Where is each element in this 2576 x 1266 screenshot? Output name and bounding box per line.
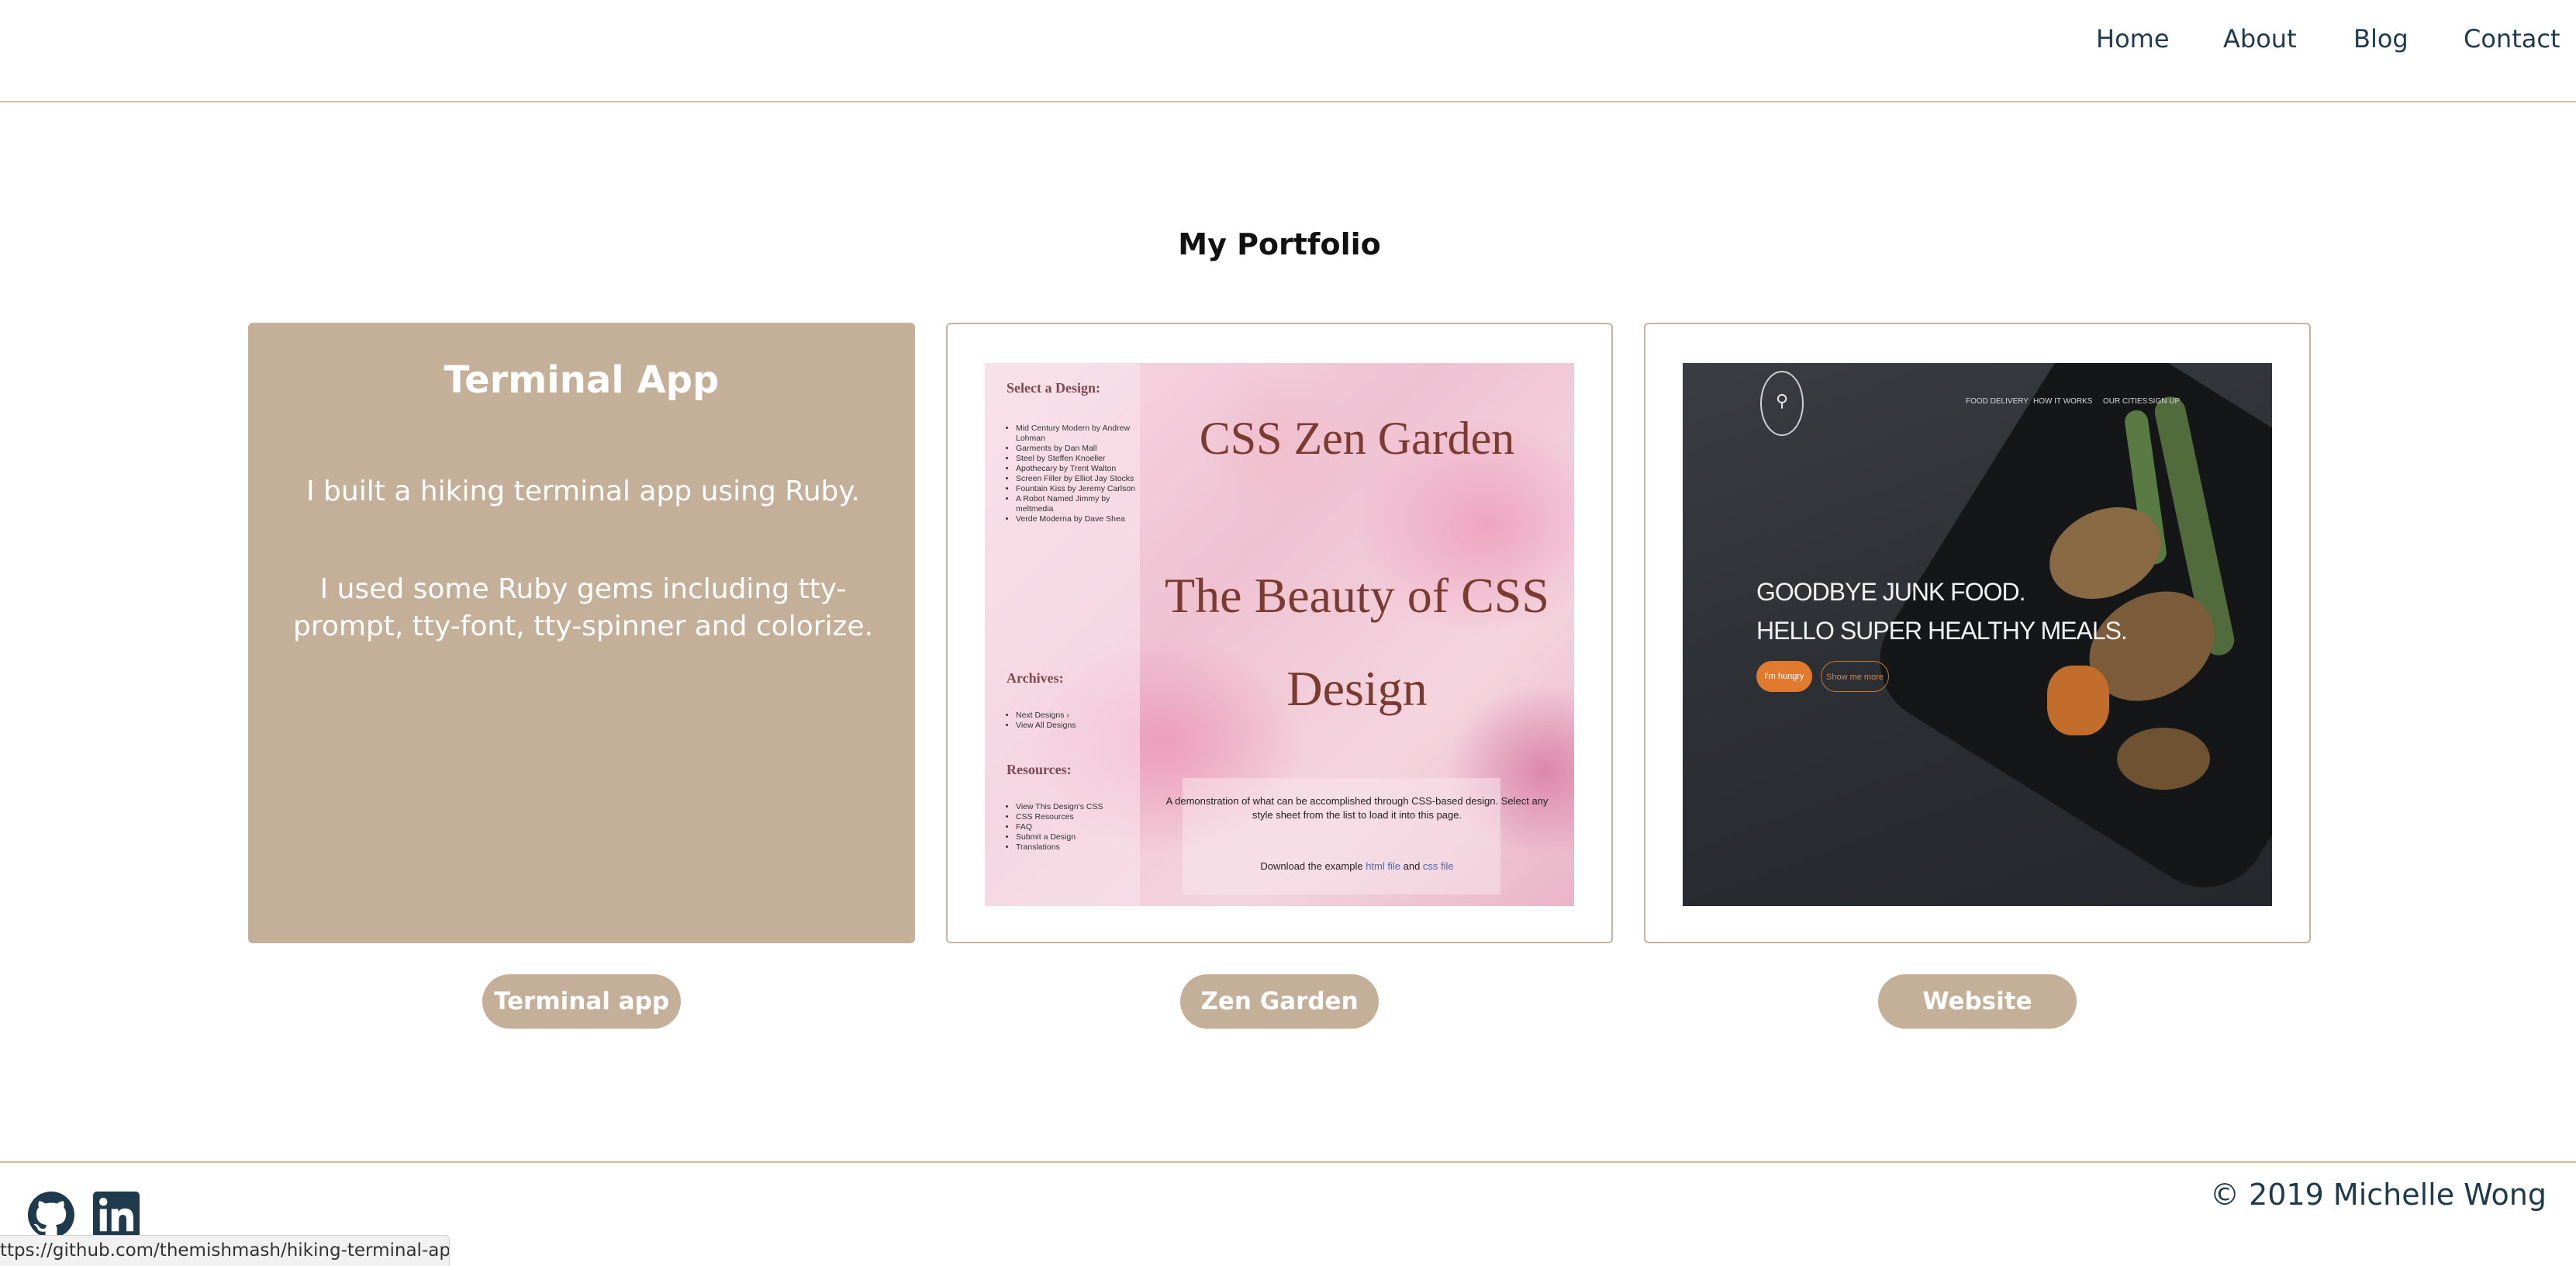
card-description: I used some Ruby gems including tty-prom… [292, 573, 874, 642]
zen-sidebar-heading: Archives: [1007, 670, 1064, 686]
page-title: My Portfolio [1178, 227, 1381, 261]
food-shape [2117, 728, 2210, 790]
card-description: I built a hiking terminal app using Ruby… [306, 476, 860, 507]
zen-list-item: Steel by Steffen Knoeller [1016, 454, 1140, 464]
zen-list-item: Screen Filler by Elliot Jay Stocks [1016, 474, 1140, 484]
site-nav-item: OUR CITIES [2103, 397, 2148, 406]
zen-sidebar-heading: Resources: [1007, 762, 1072, 777]
nav-contact-link[interactable]: Contact [2464, 23, 2560, 54]
zen-list-item: FAQ [1016, 822, 1103, 832]
footer-divider [0, 1161, 2576, 1163]
zen-design-list: Mid Century Modern by Andrew Lohman Garm… [1003, 424, 1140, 524]
zen-list-item: Apothecary by Trent Walton [1016, 464, 1140, 474]
linkedin-icon[interactable] [93, 1192, 140, 1238]
portfolio-card-website[interactable]: ⚲ FOOD DELIVERY HOW IT WORKS OUR CITIES … [1644, 323, 2311, 943]
zen-garden-screenshot: Select a Design: Mid Century Modern by A… [985, 363, 1574, 906]
zen-list-item: Next Designs › [1016, 711, 1076, 721]
site-headline: GOODBYE JUNK FOOD. [1756, 578, 2025, 606]
zen-download-prefix: Download the example [1260, 860, 1366, 872]
zen-resource-list: View This Design's CSS CSS Resources FAQ… [1003, 802, 1103, 853]
github-icon[interactable] [28, 1192, 74, 1238]
zen-download-and: and [1400, 860, 1423, 872]
website-screenshot: ⚲ FOOD DELIVERY HOW IT WORKS OUR CITIES … [1683, 363, 2272, 906]
portfolio-card-terminal-app[interactable]: Terminal App I built a hiking terminal a… [248, 323, 915, 943]
zen-css-link: css file [1422, 860, 1454, 872]
zen-html-link: html file [1366, 860, 1400, 872]
nav-blog-link[interactable]: Blog [2353, 23, 2409, 54]
zen-archive-list: Next Designs › View All Designs [1003, 711, 1076, 731]
zen-list-item: Garments by Dan Mall [1016, 444, 1140, 454]
zen-list-item: CSS Resources [1016, 812, 1103, 822]
nav-about-link[interactable]: About [2223, 23, 2297, 54]
zen-title: CSS Zen Garden [1199, 413, 1515, 464]
zen-caption: A demonstration of what can be accomplis… [1165, 795, 1549, 821]
portfolio-card-zen-garden[interactable]: Select a Design: Mid Century Modern by A… [946, 323, 1613, 943]
zen-list-item: Fountain Kiss by Jeremy Carlson [1016, 484, 1140, 494]
fork-knife-logo-icon: ⚲ [1760, 371, 1804, 436]
zen-subtitle: The Beauty of CSS Design [1165, 568, 1549, 716]
site-cta-primary: I'm hungry [1756, 661, 1812, 692]
zen-list-item: Submit a Design [1016, 832, 1103, 842]
site-nav-item: HOW IT WORKS [2033, 397, 2093, 406]
site-nav-item: SIGN UP [2148, 397, 2181, 406]
website-button[interactable]: Website [1878, 974, 2077, 1029]
zen-list-item: Translations [1016, 842, 1103, 853]
zen-download-line: Download the example html file and css f… [1163, 860, 1551, 873]
browser-status-bar: ttps://github.com/themishmash/hiking-ter… [0, 1235, 450, 1266]
zen-list-item: View This Design's CSS [1016, 802, 1103, 812]
site-cta-secondary: Show me more [1821, 661, 1889, 692]
zen-list-item: View All Designs [1016, 721, 1076, 731]
card-heading: Terminal App [444, 358, 720, 402]
zen-list-item: A Robot Named Jimmy by meltmedia [1016, 494, 1140, 514]
zen-garden-button[interactable]: Zen Garden [1180, 974, 1379, 1029]
zen-list-item: Verde Moderna by Dave Shea [1016, 514, 1140, 524]
top-navbar: Home About Blog Contact [0, 0, 2576, 102]
site-nav-item: FOOD DELIVERY [1966, 397, 2029, 406]
zen-list-item: Mid Century Modern by Andrew Lohman [1016, 424, 1140, 444]
terminal-app-button[interactable]: Terminal app [482, 974, 681, 1029]
copyright-text: © 2019 Michelle Wong [2210, 1178, 2547, 1212]
zen-sidebar-heading: Select a Design: [1007, 380, 1100, 396]
nav-home-link[interactable]: Home [2096, 23, 2170, 54]
site-headline: HELLO SUPER HEALTHY MEALS. [1756, 617, 2128, 645]
zen-sidebar: Select a Design: Mid Century Modern by A… [985, 363, 1140, 906]
carrot-shape [2047, 666, 2109, 735]
